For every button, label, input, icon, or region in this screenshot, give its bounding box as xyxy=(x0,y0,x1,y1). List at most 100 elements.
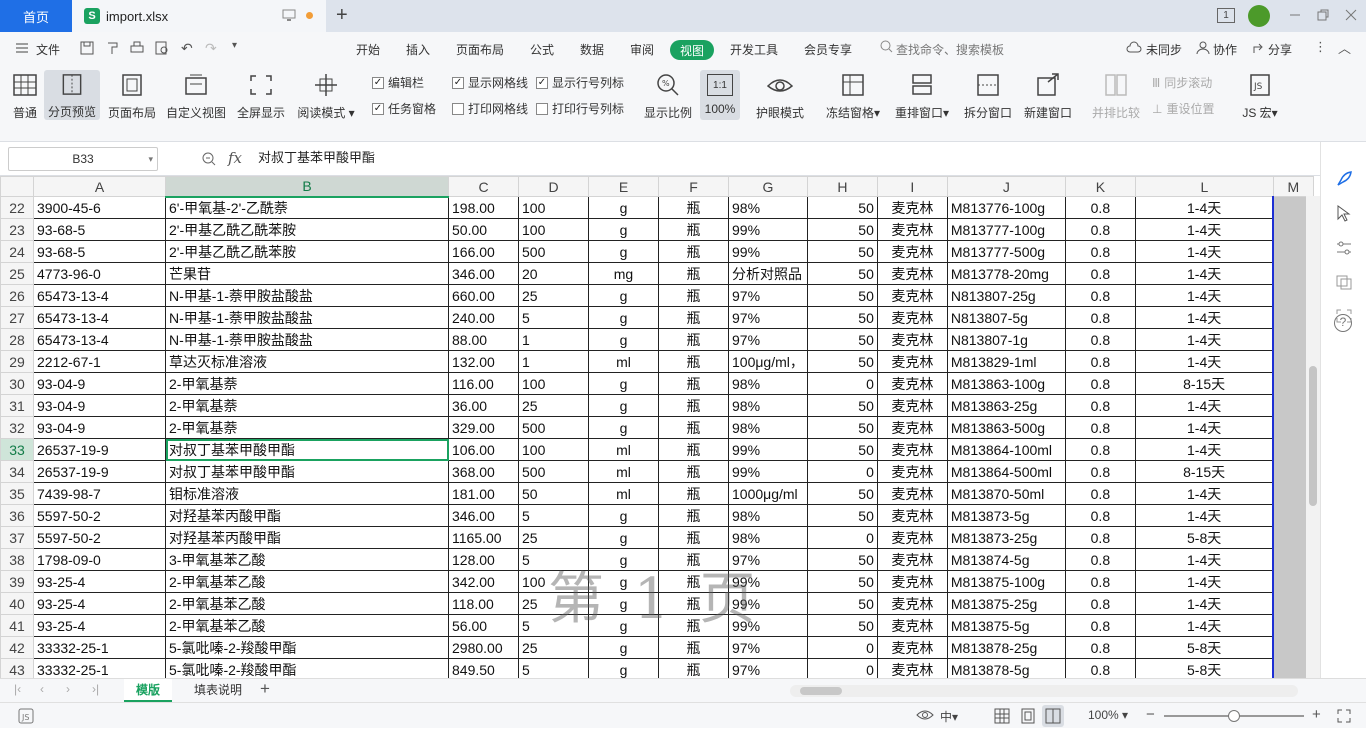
page-layout-status-icon[interactable] xyxy=(1020,708,1036,727)
column-header-m[interactable]: M xyxy=(1272,176,1314,197)
column-header-l[interactable]: L xyxy=(1134,176,1274,197)
row-header[interactable]: 24 xyxy=(0,240,34,263)
cell-a32[interactable]: 93-04-9 xyxy=(33,416,166,439)
cell-i25[interactable]: 麦克林 xyxy=(876,262,948,285)
cell-g35[interactable]: 1000μg/ml xyxy=(728,482,808,505)
cell-k37[interactable]: 0.8 xyxy=(1064,526,1136,549)
cell-j36[interactable]: M813873-5g xyxy=(946,504,1066,527)
cell-e29[interactable]: ml xyxy=(588,350,659,373)
cell-k22[interactable]: 0.8 xyxy=(1064,196,1136,219)
cell-g28[interactable]: 97% xyxy=(728,328,808,351)
cell-e32[interactable]: g xyxy=(588,416,659,439)
cell-k34[interactable]: 0.8 xyxy=(1064,460,1136,483)
monitor-icon[interactable] xyxy=(282,9,296,25)
cell-k30[interactable]: 0.8 xyxy=(1064,372,1136,395)
cell-d24[interactable]: 500 xyxy=(518,240,589,263)
cell-c39[interactable]: 342.00 xyxy=(448,570,519,593)
menu-tab-view[interactable]: 视图 xyxy=(670,40,714,60)
cell-l30[interactable]: 8-15天 xyxy=(1134,372,1274,395)
cell-b23[interactable]: 2'-甲基乙酰乙酰苯胺 xyxy=(165,218,449,241)
column-header-c[interactable]: C xyxy=(448,176,519,197)
cell-c41[interactable]: 56.00 xyxy=(448,614,519,637)
cell-c33[interactable]: 106.00 xyxy=(448,438,519,461)
cell-j39[interactable]: M813875-100g xyxy=(946,570,1066,593)
cell-d30[interactable]: 100 xyxy=(518,372,589,395)
cell-d29[interactable]: 1 xyxy=(518,350,589,373)
cell-j22[interactable]: M813776-100g xyxy=(946,196,1066,219)
cell-i36[interactable]: 麦克林 xyxy=(876,504,948,527)
unsync-button[interactable]: 未同步 xyxy=(1146,41,1182,58)
eye-protection-button[interactable]: 护眼模式 xyxy=(752,72,808,121)
cell-j34[interactable]: M813864-500ml xyxy=(946,460,1066,483)
vertical-scroll-thumb[interactable] xyxy=(1309,366,1317,506)
cell-c40[interactable]: 118.00 xyxy=(448,592,519,615)
cell-d27[interactable]: 5 xyxy=(518,306,589,329)
row-header[interactable]: 41 xyxy=(0,614,34,637)
cell-l22[interactable]: 1-4天 xyxy=(1134,196,1274,219)
cell-f30[interactable]: 瓶 xyxy=(658,372,729,395)
cell-l42[interactable]: 5-8天 xyxy=(1134,636,1274,659)
name-box-dropdown-icon[interactable]: ▾ xyxy=(148,148,153,170)
cell-a38[interactable]: 1798-09-0 xyxy=(33,548,166,571)
cell-h27[interactable]: 50 xyxy=(806,306,878,329)
menu-file[interactable]: 文件 xyxy=(36,41,60,58)
cell-f35[interactable]: 瓶 xyxy=(658,482,729,505)
cell-a35[interactable]: 7439-98-7 xyxy=(33,482,166,505)
print-preview-icon[interactable] xyxy=(155,41,169,58)
cell-j41[interactable]: M813875-5g xyxy=(946,614,1066,637)
cell-j42[interactable]: M813878-25g xyxy=(946,636,1066,659)
cell-a42[interactable]: 33332-25-1 xyxy=(33,636,166,659)
cell-a39[interactable]: 93-25-4 xyxy=(33,570,166,593)
file-tab-import[interactable]: S import.xlsx xyxy=(72,0,326,32)
cell-f42[interactable]: 瓶 xyxy=(658,636,729,659)
cell-g29[interactable]: 100μg/ml， xyxy=(728,350,808,373)
cell-g25[interactable]: 分析对照品 xyxy=(728,262,808,285)
cell-b27[interactable]: N-甲基-1-萘甲胺盐酸盐 xyxy=(165,306,449,329)
cell-d40[interactable]: 25 xyxy=(518,592,589,615)
cell-c28[interactable]: 88.00 xyxy=(448,328,519,351)
cell-f34[interactable]: 瓶 xyxy=(658,460,729,483)
cell-i41[interactable]: 麦克林 xyxy=(876,614,948,637)
cell-l27[interactable]: 1-4天 xyxy=(1134,306,1274,329)
cell-d23[interactable]: 100 xyxy=(518,218,589,241)
normal-view-button[interactable]: 普通 xyxy=(8,72,42,121)
checkbox-show-headers[interactable]: ✓ 显示行号列标 xyxy=(536,74,624,91)
checkbox-show-gridlines[interactable]: ✓ 显示网格线 xyxy=(452,74,528,91)
menu-tab-start[interactable]: 开始 xyxy=(356,41,380,58)
column-header-e[interactable]: E xyxy=(588,176,659,197)
avatar[interactable] xyxy=(1248,5,1270,27)
cell-b25[interactable]: 芒果苷 xyxy=(165,262,449,285)
cell-i23[interactable]: 麦克林 xyxy=(876,218,948,241)
share-button[interactable]: 分享 xyxy=(1268,41,1292,58)
cell-h28[interactable]: 50 xyxy=(806,328,878,351)
redo-icon[interactable]: ↷ xyxy=(205,40,217,57)
cell-c27[interactable]: 240.00 xyxy=(448,306,519,329)
cell-h36[interactable]: 50 xyxy=(806,504,878,527)
cell-b22[interactable]: 6'-甲氧基-2'-乙酰萘 xyxy=(165,196,449,219)
cell-h23[interactable]: 50 xyxy=(806,218,878,241)
row-header[interactable]: 26 xyxy=(0,284,34,307)
cell-c25[interactable]: 346.00 xyxy=(448,262,519,285)
cell-e25[interactable]: mg xyxy=(588,262,659,285)
cell-c43[interactable]: 849.50 xyxy=(448,658,519,678)
cell-b36[interactable]: 对羟基苯丙酸甲酯 xyxy=(165,504,449,527)
cell-j31[interactable]: M813863-25g xyxy=(946,394,1066,417)
row-header[interactable]: 32 xyxy=(0,416,34,439)
cell-e22[interactable]: g xyxy=(588,196,659,219)
zoom-level-dropdown[interactable]: 100% ▾ xyxy=(1088,708,1128,722)
cell-i34[interactable]: 麦克林 xyxy=(876,460,948,483)
last-sheet-icon[interactable]: ›| xyxy=(92,682,99,696)
first-sheet-icon[interactable]: |‹ xyxy=(14,682,21,696)
sheet-tab-instructions[interactable]: 填表说明 xyxy=(182,679,254,702)
column-header-i[interactable]: I xyxy=(876,176,948,197)
cell-c36[interactable]: 346.00 xyxy=(448,504,519,527)
cell-e36[interactable]: g xyxy=(588,504,659,527)
cell-l39[interactable]: 1-4天 xyxy=(1134,570,1274,593)
more-icon[interactable]: ⋮ xyxy=(1314,39,1327,55)
cell-f28[interactable]: 瓶 xyxy=(658,328,729,351)
cell-l23[interactable]: 1-4天 xyxy=(1134,218,1274,241)
hamburger-icon[interactable] xyxy=(16,42,28,56)
cell-g27[interactable]: 97% xyxy=(728,306,808,329)
cell-j30[interactable]: M813863-100g xyxy=(946,372,1066,395)
fullscreen-button[interactable]: 全屏显示 xyxy=(234,72,288,121)
